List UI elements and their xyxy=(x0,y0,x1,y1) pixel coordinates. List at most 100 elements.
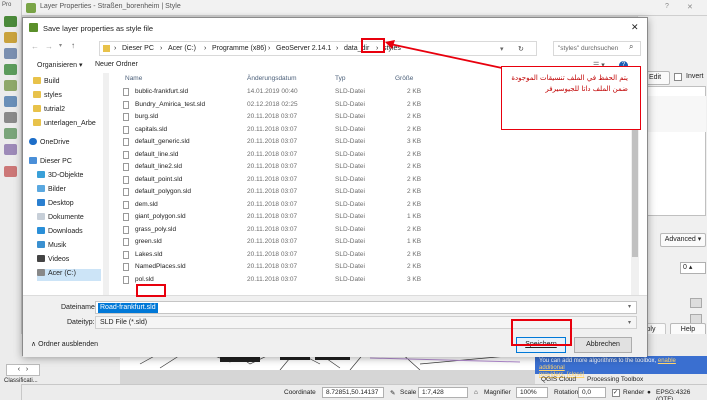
table-row[interactable]: Bundry_Amirica_test.sld 02.12.2018 02:25 S… xyxy=(117,100,517,110)
crs-button[interactable]: EPSG:4326 (OTF) xyxy=(656,389,707,400)
table-row[interactable]: default_generic.sld 20.11.2018 03:07 SLD-D… xyxy=(117,137,517,147)
layer-icon[interactable] xyxy=(4,16,17,27)
breadcrumb-item[interactable]: data_dir xyxy=(344,45,369,52)
cancel-button[interactable]: Abbrechen xyxy=(574,337,632,353)
column-header-type[interactable]: Typ xyxy=(335,75,345,82)
file-name: default_line2.sld xyxy=(135,163,182,170)
nav-item-dieser-pc[interactable]: Dieser PC xyxy=(29,157,72,169)
folder-icon xyxy=(33,105,41,112)
up-icon[interactable]: ↑ xyxy=(71,41,75,50)
table-row[interactable]: pol.sld 20.11.2018 03:07 SLD-Datei 3 KB xyxy=(117,275,517,285)
table-row[interactable]: green.sld 20.11.2018 03:07 SLD-Datei 1 KB xyxy=(117,237,517,247)
nav-item-build[interactable]: Build xyxy=(33,77,60,89)
tab-processing-toolbox[interactable]: Processing Toolbox xyxy=(587,376,643,383)
file-type: SLD-Datei xyxy=(335,275,365,283)
dock-icon[interactable] xyxy=(690,298,702,308)
column-header-name[interactable]: Name xyxy=(125,75,142,82)
breadcrumb-item[interactable]: GeoServer 2.14.1 xyxy=(276,45,331,52)
search-input[interactable]: "styles" durchsuchen xyxy=(553,41,641,56)
refresh-icon[interactable]: ↻ xyxy=(518,45,524,53)
nav-scrollbar[interactable] xyxy=(103,73,109,295)
new-folder-button[interactable]: Neuer Ordner xyxy=(95,61,138,68)
search-icon[interactable]: ⌕ xyxy=(629,42,633,52)
csv-icon[interactable] xyxy=(4,144,17,155)
wms-icon[interactable] xyxy=(4,96,17,107)
table-row[interactable]: burg.sld 20.11.2018 03:07 SLD-Datei 2 KB xyxy=(117,112,517,122)
organize-button[interactable]: Organisieren ▾ xyxy=(37,61,83,69)
back-icon[interactable]: ← xyxy=(31,42,39,51)
table-row[interactable]: bublic-frankfurt.sld 14.01.2019 00:40 SLD-… xyxy=(117,87,517,97)
nav-item-unterlagen[interactable]: unterlagen_Arbe xyxy=(33,119,96,131)
file-date: 20.11.2018 03:07 xyxy=(247,238,298,245)
tab-qgis-cloud[interactable]: QGIS Cloud xyxy=(541,376,576,383)
recent-icon[interactable]: ▾ xyxy=(59,42,62,49)
hide-folders-button[interactable]: ∧ Ordner ausblenden xyxy=(31,340,98,348)
table-row[interactable]: capitals.sld 20.11.2018 03:07 SLD-Datei 2 K… xyxy=(117,125,517,135)
nav-item-videos[interactable]: Videos xyxy=(37,255,69,267)
documents-icon xyxy=(37,213,45,220)
file-type: SLD-Datei xyxy=(335,125,365,133)
nav-item-3d-objekte[interactable]: 3D-Objekte xyxy=(37,171,83,183)
nav-item-dokumente[interactable]: Dokumente xyxy=(37,213,84,225)
close-icon[interactable]: ✕ xyxy=(687,3,693,11)
layer-properties-title: Layer Properties - Straßen_borenheim | S… xyxy=(40,3,181,10)
table-row[interactable]: default_polygon.sld 20.11.2018 03:07 SLD-D… xyxy=(117,187,517,197)
breadcrumb-item[interactable]: Dieser PC xyxy=(122,45,154,52)
filename-input[interactable]: Road-frankfurt.sld ▾ xyxy=(95,301,637,314)
invert-checkbox[interactable] xyxy=(674,73,682,81)
file-type: SLD-Datei xyxy=(335,263,365,270)
vector-icon[interactable] xyxy=(4,48,17,59)
filetype-label: Dateityp: xyxy=(67,319,95,326)
table-row[interactable]: giant_polygon.sld 20.11.2018 03:07 SLD-Dat… xyxy=(117,212,517,222)
file-icon xyxy=(123,200,129,209)
nav-item-desktop[interactable]: Desktop xyxy=(37,199,74,211)
advanced-button[interactable]: Advanced ▾ xyxy=(660,233,706,247)
scale-field[interactable]: 1:7,428 xyxy=(418,387,468,398)
dialog-titlebar: Save layer properties as style file ✕ xyxy=(23,18,647,38)
annotation-text: يتم الحفظ في الملف تنسيقات الموجودة ضمن … xyxy=(511,74,628,93)
wfs-icon[interactable] xyxy=(4,128,17,139)
save-button[interactable]: Speichern xyxy=(516,337,566,353)
lock-icon[interactable]: ⌂ xyxy=(474,389,478,396)
filetype-select[interactable]: SLD File (*.sld) ▾ xyxy=(95,316,637,329)
file-size: 3 KB xyxy=(407,275,422,283)
nav-item-styles[interactable]: styles xyxy=(33,91,62,103)
dialog-close-icon[interactable]: ✕ xyxy=(631,22,639,33)
nav-label: Musik xyxy=(48,242,67,249)
table-row[interactable]: dem.sld 20.11.2018 03:07 SLD-Datei 2 KB xyxy=(117,200,517,210)
column-header-size[interactable]: Größe xyxy=(395,75,413,82)
rotation-field[interactable]: 0,0 xyxy=(578,387,606,398)
forward-icon[interactable]: → xyxy=(45,42,53,51)
db-icon[interactable] xyxy=(4,112,17,123)
nav-item-onedrive[interactable]: OneDrive xyxy=(29,138,70,150)
table-row[interactable]: Lakes.sld 20.11.2018 03:07 SLD-Datei 2 KB xyxy=(117,250,517,260)
search-placeholder: "styles" durchsuchen xyxy=(558,45,619,52)
spin-box[interactable]: 0 ▴ xyxy=(680,262,706,274)
table-row[interactable]: default_point.sld 20.11.2018 03:07 SLD-Dat… xyxy=(117,175,517,185)
column-header-date[interactable]: Änderungsdatum xyxy=(247,75,297,82)
table-row[interactable]: default_line.sld 20.11.2018 03:07 SLD-Date… xyxy=(117,150,517,160)
breadcrumb-item[interactable]: Programme (x86) xyxy=(212,45,266,52)
table-row[interactable]: NamedPlaces.sld 20.11.2018 03:07 SLD-Datei… xyxy=(117,262,517,272)
breadcrumb-item[interactable]: Acer (C:) xyxy=(168,45,196,52)
coordinate-field[interactable]: 8.72851,50.14137 xyxy=(322,387,384,398)
drive-icon xyxy=(37,269,45,276)
edit-icon[interactable] xyxy=(4,32,17,43)
nav-item-tutrial2[interactable]: tutrial2 xyxy=(33,105,65,117)
table-row[interactable]: grass_poly.sld 20.11.2018 03:07 SLD-Datei 2… xyxy=(117,225,517,235)
style-icon[interactable] xyxy=(4,166,17,177)
nav-item-bilder[interactable]: Bilder xyxy=(37,185,66,197)
help-icon[interactable]: ? xyxy=(665,3,669,10)
add-layer-icon[interactable] xyxy=(4,64,17,75)
nav-item-musik[interactable]: Musik xyxy=(37,241,66,253)
render-checkbox[interactable]: ✓ xyxy=(612,389,620,397)
raster-icon[interactable] xyxy=(4,80,17,91)
magnifier-field[interactable]: 100% xyxy=(516,387,548,398)
file-name: grass_poly.sld xyxy=(135,225,177,233)
table-row[interactable]: default_line2.sld 20.11.2018 03:07 SLD-Dat… xyxy=(117,162,517,172)
nav-item-acer-c[interactable]: Acer (C:) xyxy=(37,269,101,281)
scroll-arrows[interactable]: ‹ › xyxy=(6,364,40,376)
file-icon xyxy=(123,113,129,121)
filename-dropdown-icon[interactable]: ▾ xyxy=(628,303,631,310)
nav-item-downloads[interactable]: Downloads xyxy=(37,227,83,239)
